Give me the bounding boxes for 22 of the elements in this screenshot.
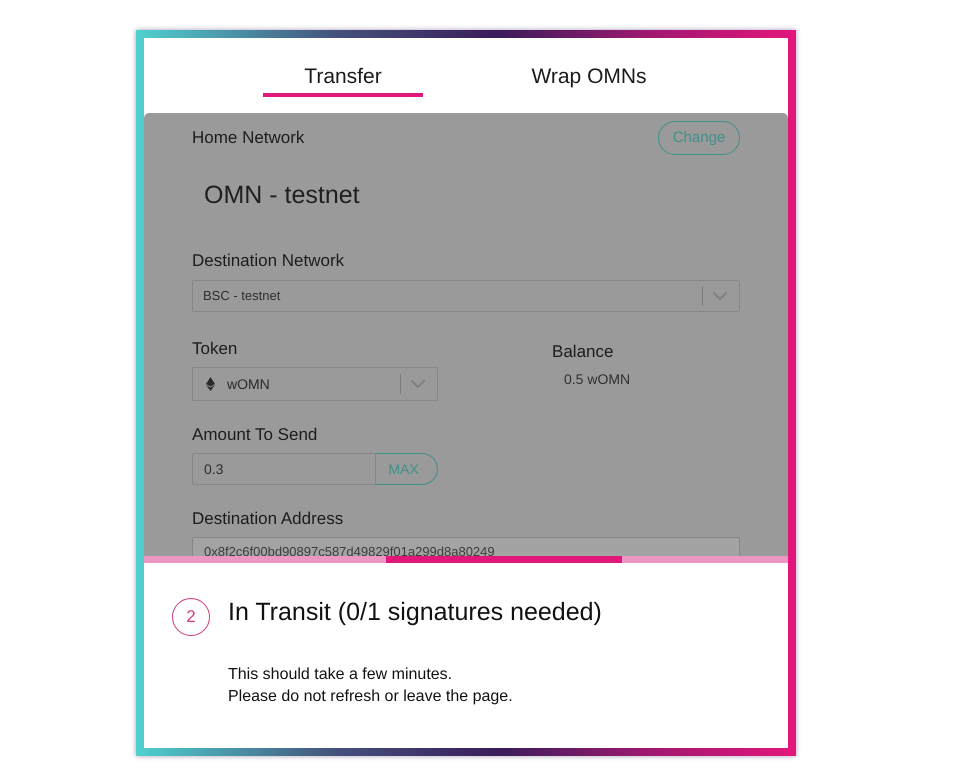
select-value: BSC - testnet [203,287,282,306]
tab[interactable]: Transfer [263,38,423,97]
status-message: This should take a few minutes. [228,665,454,685]
field-label: Amount To Send [192,424,318,446]
status-message: Please do not refresh or leave the page. [228,687,514,707]
ethereum-diamond-icon [206,377,215,391]
status-title: In Transit (0/1 signatures needed) [228,597,602,628]
amount-field[interactable]: 0.3 [192,453,376,485]
chevron-down-icon [411,380,425,388]
chevron-down-icon [713,292,727,300]
select-value: wOMN [227,374,271,394]
field-label: Balance [552,341,614,363]
token-select[interactable]: wOMN [192,367,438,401]
home-network-value: OMN - testnet [203,180,361,211]
field-label: Token [192,338,238,360]
field-label: Destination Address [192,508,344,530]
tab[interactable]: Wrap OMNs [509,38,669,97]
field-label: Home Network [192,127,304,149]
field-label: Destination Network [192,250,346,272]
balance-value: 0.5 wOMN [564,370,630,389]
network-select[interactable]: BSC - testnet [192,280,740,312]
step-number: 2 [172,598,210,636]
